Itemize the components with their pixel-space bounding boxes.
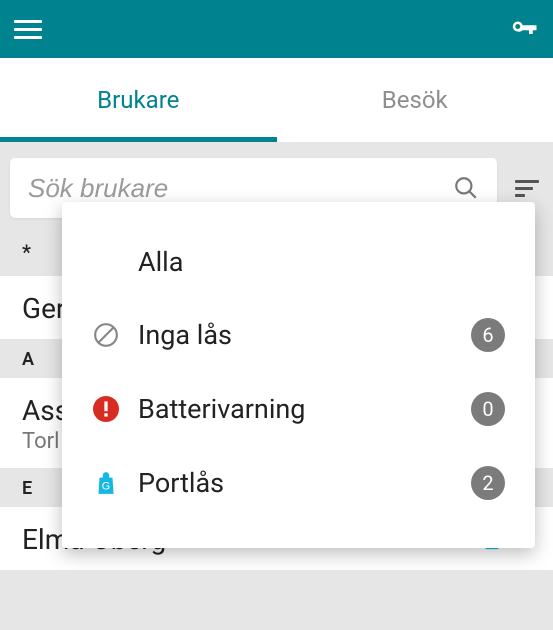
tab-label: Brukare	[97, 86, 179, 114]
content-area: * Ger A Ass Torl E Elma Öberg › Alla	[0, 142, 553, 630]
key-icon[interactable]	[509, 14, 539, 44]
filter-icon[interactable]	[511, 176, 543, 201]
tab-label: Besök	[382, 86, 448, 114]
filter-option-label: Alla	[138, 246, 505, 278]
filter-popover: Alla Inga lås 6 Batterivarning 0	[62, 202, 535, 548]
filter-option-port-lock[interactable]: G Portlås 2	[62, 446, 535, 520]
filter-option-label: Portlås	[138, 467, 453, 499]
tab-besok[interactable]: Besök	[277, 58, 553, 142]
count-badge: 0	[471, 392, 505, 426]
empty-icon	[92, 248, 120, 276]
count-badge: 6	[471, 318, 505, 352]
filter-option-label: Inga lås	[138, 319, 453, 351]
filter-option-all[interactable]: Alla	[62, 226, 535, 298]
hamburger-menu-icon[interactable]	[14, 20, 42, 39]
search-input[interactable]	[28, 173, 453, 204]
search-icon	[453, 175, 479, 201]
filter-option-battery-warning[interactable]: Batterivarning 0	[62, 372, 535, 446]
svg-text:G: G	[102, 481, 110, 493]
tab-bar: Brukare Besök	[0, 58, 553, 142]
tab-brukare[interactable]: Brukare	[0, 58, 277, 142]
alert-icon	[92, 395, 120, 423]
count-badge: 2	[471, 466, 505, 500]
filter-option-no-locks[interactable]: Inga lås 6	[62, 298, 535, 372]
filter-option-label: Batterivarning	[138, 393, 453, 425]
prohibit-icon	[92, 321, 120, 349]
app-header	[0, 0, 553, 58]
bag-icon: G	[92, 469, 120, 497]
item-primary: Ger	[22, 292, 65, 325]
